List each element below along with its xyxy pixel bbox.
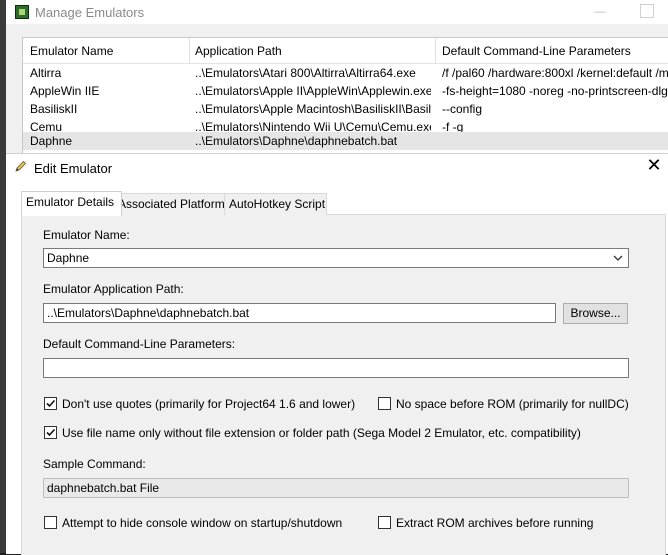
- browse-button[interactable]: Browse...: [563, 303, 628, 324]
- sample-command-label: Sample Command:: [43, 457, 146, 471]
- emulator-chip-icon: [15, 5, 29, 19]
- parameters-cell: -fs-height=1080 -noreg -no-printscreen-d…: [442, 84, 668, 98]
- no-space-before-rom-checkbox[interactable]: [378, 397, 391, 410]
- emulator-name-cell: AppleWin IIE: [30, 84, 100, 98]
- dont-use-quotes-label[interactable]: Don't use quotes (primarily for Project6…: [62, 397, 355, 411]
- application-path-label: Emulator Application Path:: [43, 282, 184, 296]
- emulator-name-label: Emulator Name:: [43, 228, 130, 242]
- list-item[interactable]: BasiliskII ..\Emulators\Apple Macintosh\…: [23, 100, 668, 118]
- emulator-name-cell: Altirra: [30, 66, 62, 80]
- maximize-button[interactable]: [640, 4, 654, 18]
- emulator-name-value: Daphne: [47, 251, 90, 265]
- application-path-cell: ..\Emulators\Apple Macintosh\BasiliskII\…: [195, 102, 431, 116]
- application-path-cell: ..\Emulators\Atari 800\Altirra\Altirra64…: [195, 66, 416, 80]
- dialog-title: Edit Emulator: [34, 161, 113, 176]
- hide-console-label[interactable]: Attempt to hide console window on startu…: [62, 516, 342, 530]
- checkmark-icon: [46, 428, 56, 437]
- hide-console-checkbox[interactable]: [44, 516, 57, 529]
- file-name-only-label[interactable]: Use file name only without file extensio…: [62, 426, 581, 440]
- emulator-list[interactable]: Emulator Name Application Path Default C…: [22, 37, 668, 157]
- column-divider[interactable]: [435, 38, 436, 63]
- chevron-down-icon: [613, 255, 623, 261]
- checkmark-icon: [46, 399, 56, 408]
- column-divider[interactable]: [189, 38, 190, 63]
- column-header-name[interactable]: Emulator Name: [30, 44, 113, 60]
- tab-associated-platforms[interactable]: Associated Platforms: [113, 193, 231, 215]
- emulator-name-combobox[interactable]: Daphne: [43, 248, 629, 268]
- parameters-label: Default Command-Line Parameters:: [43, 337, 236, 351]
- parameters-cell: --config: [442, 102, 483, 116]
- parameters-cell: /f /pal60 /hardware:800xl /kernel:defaul…: [442, 66, 668, 80]
- dont-use-quotes-checkbox[interactable]: [44, 397, 57, 410]
- column-header-params[interactable]: Default Command-Line Parameters: [442, 44, 631, 60]
- minimize-button[interactable]: —: [592, 4, 608, 18]
- parameters-input[interactable]: [43, 358, 629, 378]
- sample-command-value: daphnebatch.bat File: [47, 481, 160, 495]
- tab-autohotkey-script[interactable]: AutoHotkey Script: [224, 193, 327, 215]
- window-title: Manage Emulators: [35, 5, 145, 20]
- no-space-before-rom-label[interactable]: No space before ROM (primarily for nullD…: [396, 397, 629, 411]
- list-header: Emulator Name Application Path Default C…: [23, 38, 668, 64]
- pencil-icon: [15, 160, 27, 172]
- emulator-name-cell: BasiliskII: [30, 102, 78, 116]
- title-bar: Manage Emulators —: [6, 0, 668, 24]
- sample-command-field: daphnebatch.bat File: [43, 478, 629, 498]
- list-item[interactable]: AppleWin IIE ..\Emulators\Apple II\Apple…: [23, 82, 668, 100]
- emulator-details-panel: Emulator Name: Daphne Emulator Applicati…: [21, 214, 666, 555]
- list-item-selected[interactable]: Daphne ..\Emulators\Daphne\daphnebatch.b…: [23, 132, 668, 150]
- list-item[interactable]: Altirra ..\Emulators\Atari 800\Altirra\A…: [23, 64, 668, 82]
- application-path-value: ..\Emulators\Daphne\daphnebatch.bat: [47, 306, 250, 320]
- edit-emulator-dialog: Edit Emulator ✕ Emulator Name: Daphne Em…: [6, 153, 668, 555]
- application-path-input[interactable]: ..\Emulators\Daphne\daphnebatch.bat: [43, 303, 556, 323]
- emulator-name-cell: Daphne: [30, 134, 73, 148]
- close-button[interactable]: ✕: [646, 156, 662, 174]
- file-name-only-checkbox[interactable]: [44, 426, 57, 439]
- tab-emulator-details[interactable]: Emulator Details: [21, 191, 122, 216]
- extract-rom-checkbox[interactable]: [378, 516, 391, 529]
- application-path-cell: ..\Emulators\Daphne\daphnebatch.bat: [195, 134, 398, 148]
- column-header-path[interactable]: Application Path: [195, 44, 282, 60]
- application-path-cell: ..\Emulators\Apple II\AppleWin\Applewin.…: [195, 84, 431, 98]
- extract-rom-label[interactable]: Extract ROM archives before running: [396, 516, 593, 530]
